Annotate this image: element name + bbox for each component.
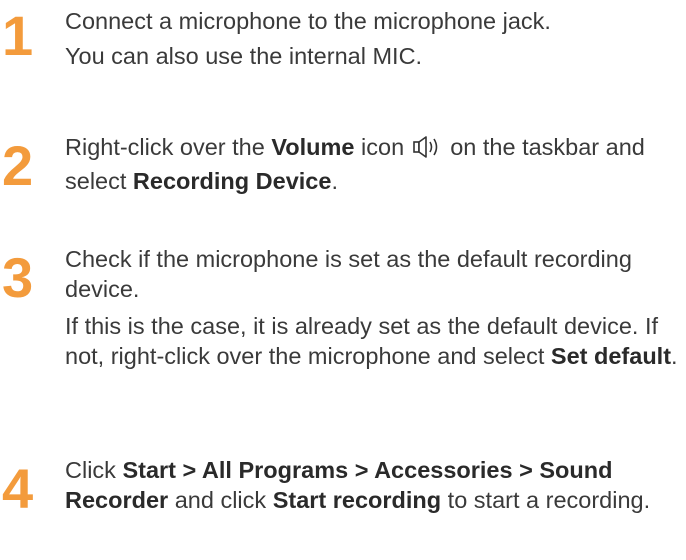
step-4-text: Click Start > All Programs > Accessories… (65, 455, 685, 515)
step-number: 3 (2, 246, 33, 309)
step-number: 2 (2, 134, 33, 197)
start-recording-label: Start recording (272, 487, 442, 513)
step-1-text: Connect a microphone to the microphone j… (65, 6, 685, 71)
step-4-text-2: and click (168, 487, 273, 513)
recording-device-label: Recording Device (132, 168, 332, 194)
step-4-paragraph: Click Start > All Programs > Accessories… (65, 455, 685, 515)
step-3-text-2: . (671, 343, 678, 369)
volume-label: Volume (271, 134, 355, 160)
speaker-volume-icon (412, 135, 443, 166)
step-2-text: Right-click over the Volume icon on the … (65, 132, 685, 196)
set-default-label: Set default (550, 343, 672, 369)
step-1-line-2: You can also use the internal MIC. (65, 43, 423, 69)
step-2-paragraph: Right-click over the Volume icon on the … (65, 132, 685, 196)
step-2-text-1: Right-click over the (65, 134, 272, 160)
step-4-text-3: to start a recording. (441, 487, 651, 513)
step-4-text-1: Click (65, 457, 123, 483)
step-2-text-2: icon (354, 134, 411, 160)
step-2-text-4: . (331, 168, 338, 194)
step-number: 4 (2, 457, 33, 520)
step-3-paragraph-1: Check if the microphone is set as the de… (65, 246, 632, 302)
step-1-line-1: Connect a microphone to the microphone j… (65, 8, 551, 34)
step-3-text: Check if the microphone is set as the de… (65, 244, 685, 371)
step-number: 1 (2, 4, 33, 67)
step-3-paragraph-2: If this is the case, it is already set a… (65, 311, 685, 371)
